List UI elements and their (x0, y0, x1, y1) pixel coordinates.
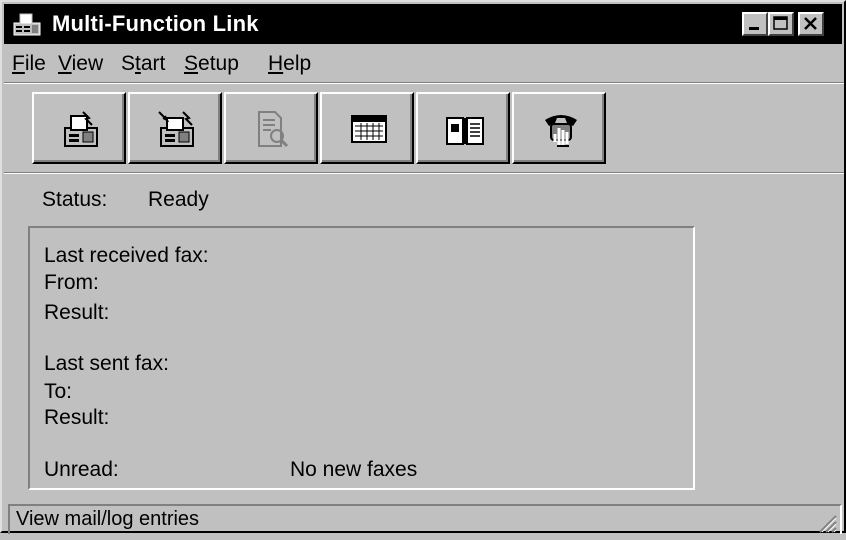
send-fax-button[interactable] (32, 92, 126, 164)
minimize-button[interactable] (742, 12, 768, 36)
phone-dial-button[interactable] (512, 92, 606, 164)
menu-help[interactable]: Help (268, 52, 311, 76)
unread-value: No new faxes (290, 458, 418, 481)
menu-view[interactable]: View (58, 52, 103, 76)
menu-start[interactable]: Start (121, 52, 165, 76)
toolbar (4, 84, 844, 172)
divider (4, 173, 844, 174)
menu-file[interactable]: File (12, 52, 46, 76)
sent-result-label: Result: (44, 406, 110, 429)
schedule-button[interactable] (320, 92, 414, 164)
fax-info-panel: Last received fax: From: Result: Last se… (28, 226, 695, 490)
minimize-icon (744, 14, 766, 34)
phonebook-button[interactable] (416, 92, 510, 164)
view-document-button[interactable] (224, 92, 318, 164)
received-result-label: Result: (44, 301, 110, 324)
menu-bar: File View Start Setup Help (4, 46, 842, 82)
app-window: Multi-Function Link File View Start Setu… (0, 0, 846, 534)
from-label: From: (44, 271, 99, 294)
unread-label: Unread: (44, 458, 119, 481)
last-sent-label: Last sent fax: (44, 352, 169, 375)
last-received-label: Last received fax: (44, 244, 209, 267)
window-title: Multi-Function Link (52, 11, 259, 36)
resize-grip-icon[interactable] (814, 510, 838, 534)
status-bar: View mail/log entries (8, 504, 842, 534)
close-icon (800, 14, 822, 34)
status-value: Ready (148, 188, 209, 211)
fax-app-icon[interactable] (12, 11, 42, 37)
close-button[interactable] (798, 12, 824, 36)
title-bar[interactable]: Multi-Function Link (4, 4, 842, 44)
maximize-icon (770, 14, 792, 34)
maximize-button[interactable] (768, 12, 794, 36)
status-label: Status: (42, 188, 108, 211)
menu-setup[interactable]: Setup (184, 52, 239, 76)
receive-fax-button[interactable] (128, 92, 222, 164)
status-bar-text: View mail/log entries (16, 508, 200, 530)
to-label: To: (44, 380, 73, 403)
